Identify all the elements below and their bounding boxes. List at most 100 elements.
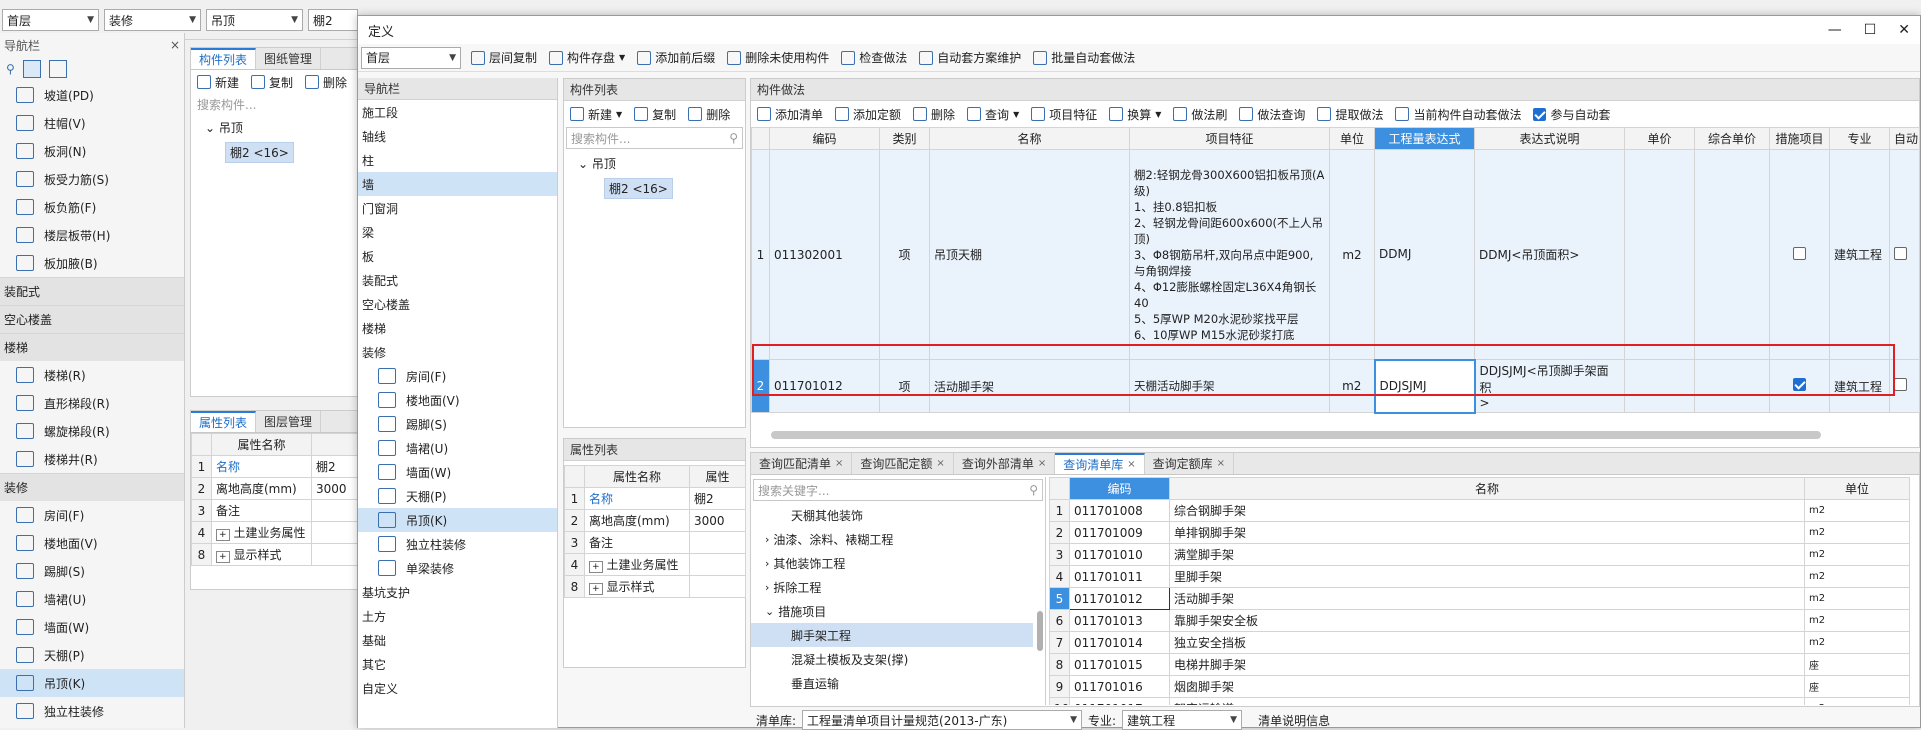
property-value[interactable] [689,531,746,554]
dialog-nav-item[interactable]: 装修 [358,340,557,364]
query-name[interactable]: 综合钢脚手架 [1169,499,1805,522]
method-toolbar-button[interactable]: 参与自动套 [1527,102,1616,126]
dialog-nav-item[interactable]: 施工段 [358,100,557,124]
dialog-nav-subitem[interactable]: 墙面(W) [358,460,557,484]
left-nav-item[interactable]: 板负筋(F) [0,193,184,221]
method-composite-price[interactable] [1694,359,1770,413]
dialog-toolbar-button[interactable]: 自动套方案维护 [913,46,1027,70]
property-row[interactable]: 2 离地高度(mm) 3000 [564,509,746,532]
query-row[interactable]: 6 011701013 靠脚手架安全板 m2 [1049,609,1910,632]
query-name[interactable]: 电梯井脚手架 [1169,653,1805,676]
method-toolbar-button[interactable]: 添加清单 [751,102,829,126]
left-nav-item[interactable]: 踢脚(S) [0,557,184,585]
left-nav-item[interactable]: 天棚(P) [0,641,184,669]
tab-drawing-manage[interactable]: 图纸管理 [256,48,322,69]
method-feature[interactable]: 棚2:轻钢龙骨300X600铝扣板吊顶(A 级) 1、挂0.8铝扣板 2、轻钢龙骨… [1129,149,1330,360]
query-col-header[interactable]: 编码 [1069,477,1170,500]
method-feature[interactable]: 天棚活动脚手架 [1129,359,1330,413]
query-tree-item[interactable]: 天棚其他装饰 [751,503,1045,527]
dialog-nav-subitem[interactable]: 房间(F) [358,364,557,388]
method-col-header[interactable]: 综合单价 [1694,127,1770,150]
dialog-toolbar-button[interactable]: 构件存盘 ▼ [543,46,631,70]
pin-icon[interactable]: ⚲ [6,62,15,76]
query-tree-item[interactable]: › 油漆、涂料、裱糊工程 [751,527,1045,551]
property-row[interactable]: 3 备注 [564,531,746,554]
query-row[interactable]: 10011701017架空运输道m2 [1049,697,1910,705]
property-value[interactable]: 3000 [689,509,746,532]
comp-search-input[interactable]: 搜索构件... ⚲ [566,127,743,149]
query-code[interactable]: 011701009 [1069,521,1170,544]
item-select[interactable]: 棚2 [308,9,358,31]
method-col-header[interactable]: 类别 [879,127,930,150]
property-value[interactable] [311,521,360,544]
measure-checkbox[interactable] [1793,378,1806,391]
query-row[interactable]: 1 011701008 综合钢脚手架 m2 [1049,499,1910,522]
method-unit-price[interactable] [1624,149,1695,360]
property-row[interactable]: 2 离地高度(mm) 3000 [191,477,360,500]
property-value[interactable]: 3000 [311,477,360,500]
dialog-floor-select[interactable]: 首层 ▼ [361,46,461,69]
dialog-nav-item[interactable]: 梁 [358,220,557,244]
query-code[interactable]: 011701016 [1069,675,1170,698]
left-nav-item[interactable]: 房间(F) [0,501,184,529]
query-name[interactable]: 烟囱脚手架 [1169,675,1805,698]
left-nav-item[interactable]: 坡道(PD) [0,81,184,109]
horizontal-scrollbar[interactable] [771,431,1821,439]
query-row[interactable]: 7 011701014 独立安全挡板 m2 [1049,631,1910,654]
comp-tree-root[interactable]: ⌄ 吊顶 [578,155,731,172]
dialog-nav-subitem[interactable]: 楼地面(V) [358,388,557,412]
query-code[interactable]: 011701008 [1069,499,1170,522]
left-nav-group[interactable]: 装配式 [0,277,184,305]
dialog-nav-subitem[interactable]: 天棚(P) [358,484,557,508]
left-nav-item[interactable]: 板加腋(B) [0,249,184,277]
footer-info-link[interactable]: 清单说明信息 [1258,712,1330,729]
left-nav-item[interactable]: 墙裙(U) [0,585,184,613]
comp-copy-button[interactable]: 复制 [628,102,682,126]
dialog-nav-item[interactable]: 楼梯 [358,316,557,340]
query-code[interactable]: 011701010 [1069,543,1170,566]
method-toolbar-button[interactable]: 项目特征 [1025,102,1103,126]
close-icon[interactable]: ✕ [1898,22,1910,38]
method-col-header[interactable]: 表达式说明 [1474,127,1625,150]
expand-icon[interactable]: + [589,583,603,595]
vertical-scrollbar[interactable] [1037,611,1043,651]
dialog-nav-item[interactable]: 轴线 [358,124,557,148]
detail-view-icon[interactable] [48,60,67,78]
auto-apply-checkbox[interactable] [1533,107,1547,121]
method-expression[interactable]: DDMJ [1374,149,1475,360]
query-code[interactable]: 011701017 [1069,697,1170,705]
left-nav-item[interactable]: 楼梯(R) [0,361,184,389]
dialog-nav-item[interactable]: 板 [358,244,557,268]
type-select[interactable]: 装修 ▼ [104,9,201,31]
method-toolbar-button[interactable]: 当前构件自动套做法 [1389,102,1527,126]
query-code[interactable]: 011701013 [1069,609,1170,632]
dialog-nav-item[interactable]: 门窗洞 [358,196,557,220]
method-col-header[interactable]: 自动 [1889,127,1920,150]
query-tree-item[interactable]: › 其他装饰工程 [751,551,1045,575]
query-tab[interactable]: 查询清单库 × [1055,453,1145,474]
method-row[interactable]: 2 011701012 项活动脚手架 天棚活动脚手架 m2 DDJSJMJ DDJSJMJ<… [751,358,1920,414]
dialog-toolbar-button[interactable]: 层间复制 [465,46,543,70]
query-tree-item[interactable]: 混凝土模板及支架(撑) [751,647,1045,671]
method-name[interactable]: 活动脚手架 [929,359,1130,413]
query-row[interactable]: 5 011701012 活动脚手架 m2 [1049,587,1910,610]
left-nav-item[interactable]: 柱帽(V) [0,109,184,137]
property-row[interactable]: 4 + 土建业务属性 [564,553,746,576]
left-nav-item[interactable]: 楼层板带(H) [0,221,184,249]
method-toolbar-button[interactable]: 换算 ▼ [1103,102,1167,126]
left-nav-item[interactable]: 板洞(N) [0,137,184,165]
query-code[interactable]: 011701012 [1069,587,1170,610]
query-name[interactable]: 单排钢脚手架 [1169,521,1805,544]
bg-delete-button[interactable]: 删除 [299,70,353,94]
left-nav-item[interactable]: 吊顶(K) [0,669,184,697]
method-row[interactable]: 1 011302001 项吊顶天棚 棚2:轻钢龙骨300X600铝扣板吊顶(A 级) 1… [751,149,1920,360]
query-name[interactable]: 独立安全挡板 [1169,631,1805,654]
query-tab[interactable]: 查询定额库 × [1145,453,1235,474]
property-row[interactable]: 4 + 土建业务属性 [191,521,360,544]
query-tree-item[interactable]: › 拆除工程 [751,575,1045,599]
tab-component-list[interactable]: 构件列表 [191,48,257,69]
expand-icon[interactable]: + [216,529,230,541]
expand-icon[interactable]: › [765,533,769,546]
query-code[interactable]: 011701011 [1069,565,1170,588]
query-tab[interactable]: 查询外部清单 × [954,453,1056,474]
